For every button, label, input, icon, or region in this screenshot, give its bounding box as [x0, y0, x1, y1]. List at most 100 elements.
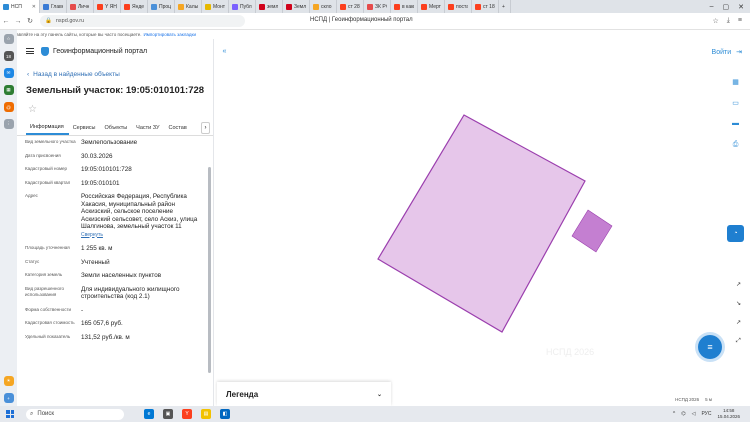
fullscreen-icon[interactable]: ⤢: [736, 338, 741, 345]
property-key: Адрес: [25, 193, 38, 198]
start-icon[interactable]: [6, 410, 14, 418]
panel-scrollbar[interactable]: [208, 167, 211, 373]
volume-icon[interactable]: ◁: [692, 411, 696, 417]
sidebar-counter-icon[interactable]: 18: [3, 51, 14, 61]
import-bookmarks-link[interactable]: Импортировать закладки: [144, 32, 196, 37]
layers-icon[interactable]: ▦: [727, 73, 744, 90]
tab-4[interactable]: Состав: [165, 125, 192, 135]
browser-tab[interactable]: Личн: [67, 0, 94, 13]
browser-tab[interactable]: земл: [256, 0, 283, 13]
page-icon: [313, 3, 319, 10]
page-icon: [340, 3, 346, 10]
network-icon[interactable]: ⌬: [681, 411, 685, 417]
browser-tab[interactable]: Земл: [283, 0, 310, 13]
browser-tab-label: поста: [456, 3, 468, 10]
property-value-text: Для индивидуального жилищного строительс…: [81, 285, 180, 301]
browser-tab[interactable]: Монт: [202, 0, 229, 13]
property-key: Кадастровая стоимость: [25, 320, 75, 325]
tab-0[interactable]: Информация: [26, 124, 69, 135]
sidebar-bookmark-icon[interactable]: ☆: [3, 34, 14, 44]
bookmark-icon[interactable]: ☆: [713, 17, 719, 25]
sidebar-messenger-icon[interactable]: ✉: [3, 68, 14, 78]
clock[interactable]: 14:58 15.04.2026: [717, 408, 740, 420]
hamburger-menu-icon[interactable]: [26, 48, 34, 54]
zoom-in-icon[interactable]: ↗: [736, 281, 741, 288]
sidebar-calendar-icon[interactable]: ▦: [3, 85, 14, 95]
scale-text: 5 м: [705, 397, 712, 402]
browser-tab[interactable]: Главн: [40, 0, 67, 13]
neighbor-parcel-polygon[interactable]: [571, 209, 613, 253]
basemap-icon[interactable]: ▭: [727, 94, 744, 111]
tray-chevron-icon[interactable]: ^: [673, 411, 675, 417]
sidebar-weather-icon[interactable]: ☀: [3, 376, 14, 386]
property-key: Кадастровый квартал: [25, 179, 71, 185]
property-row: Кадастровый квартал 19:05:010101: [25, 180, 213, 188]
browser-tab[interactable]: ст 18.: [472, 0, 499, 13]
tab-2[interactable]: Объекты: [100, 125, 132, 135]
url-field[interactable]: 🔒 nspd.gov.ru: [40, 15, 245, 27]
store-icon[interactable]: ◧: [220, 409, 230, 419]
browser-tab[interactable]: Калы: [175, 0, 202, 13]
zoom-out-icon[interactable]: ↘: [736, 300, 741, 307]
sidebar-add-icon[interactable]: +: [3, 393, 14, 403]
edge-icon[interactable]: e: [144, 409, 154, 419]
yandex-browser-icon[interactable]: Y: [182, 409, 192, 419]
browser-tab[interactable]: Y ЯНД: [94, 0, 121, 13]
chat-support-icon[interactable]: ◔: [727, 225, 744, 242]
maximize-icon[interactable]: ▢: [723, 3, 730, 11]
task-view-icon[interactable]: ▣: [163, 409, 173, 419]
menu-icon[interactable]: ≡: [738, 17, 742, 25]
back-to-results-link[interactable]: ‹ Назад в найденные объекты: [17, 68, 213, 81]
page-icon: [70, 3, 76, 10]
browser-tab[interactable]: Публ: [229, 0, 256, 13]
property-value: -: [81, 307, 199, 315]
locate-icon[interactable]: ↗: [736, 319, 741, 326]
map-canvas[interactable]: « НСПД 2026 Войти ⇥ ▦ ▭ ▬ ⎙ ◔ ↗ ↘ ↗ ⤢ ≡ …: [214, 39, 750, 406]
taskbar-search[interactable]: ⌕ Поиск: [26, 408, 124, 420]
back-arrow-icon[interactable]: ←: [0, 18, 12, 25]
browser-tab[interactable]: поста: [445, 0, 472, 13]
browser-tab[interactable]: в каки: [391, 0, 418, 13]
map-watermark: НСПД 2026: [546, 347, 595, 357]
page-icon: [205, 3, 211, 10]
language-indicator[interactable]: РУС: [701, 411, 711, 417]
sidebar-grid-icon[interactable]: ⋮: [3, 119, 14, 129]
download-icon[interactable]: ⤓: [727, 17, 730, 25]
browser-tab[interactable]: НСП ✕: [0, 0, 40, 13]
tabs-scroll-right-icon[interactable]: ›: [201, 122, 210, 134]
browser-tab-label: Монт: [213, 3, 225, 10]
browser-tab-label: ст 18.: [483, 3, 495, 10]
tab-3[interactable]: Части ЗУ: [132, 125, 164, 135]
forward-arrow-icon[interactable]: →: [12, 18, 24, 25]
file-explorer-icon[interactable]: ▤: [201, 409, 211, 419]
window-controls: – ▢ ✕: [710, 0, 750, 13]
minimize-icon[interactable]: –: [710, 3, 714, 10]
browser-tab[interactable]: Проц: [148, 0, 175, 13]
property-row: Удельный показатель 131,52 руб./кв. м: [25, 334, 213, 342]
favorite-star-icon[interactable]: ☆: [17, 104, 213, 115]
browser-tab[interactable]: ст 28.: [337, 0, 364, 13]
new-tab-icon[interactable]: +: [499, 0, 511, 13]
property-key: Площадь уточненная: [25, 245, 70, 250]
legend-panel[interactable]: Легенда ⌄: [217, 382, 391, 406]
parcel-polygon[interactable]: [377, 114, 586, 333]
tab-1[interactable]: Сервисы: [69, 125, 101, 135]
reload-icon[interactable]: ↻: [24, 17, 36, 25]
browser-tab[interactable]: ЗК РФ: [364, 0, 391, 13]
close-icon[interactable]: ✕: [738, 3, 744, 11]
print-icon[interactable]: ⎙: [727, 136, 744, 153]
collapse-address-link[interactable]: Свернуть: [81, 232, 199, 240]
browser-tab-label: Личн: [78, 3, 90, 10]
browser-tab[interactable]: скло: [310, 0, 337, 13]
login-button[interactable]: Войти ⇥: [712, 48, 742, 57]
sidebar-mail-icon[interactable]: @: [3, 102, 14, 112]
browser-tab-label: Калы: [186, 3, 198, 10]
close-tab-icon[interactable]: ✕: [32, 4, 36, 10]
property-value-text: Землепользование: [81, 139, 138, 146]
property-value: 19:05:010101:728: [81, 166, 199, 174]
browser-tab[interactable]: Яндек: [121, 0, 148, 13]
measure-icon[interactable]: ▬: [727, 115, 744, 132]
browser-tab[interactable]: Мерт: [418, 0, 445, 13]
assistant-chat-button[interactable]: ≡: [698, 335, 722, 359]
property-value: 165 057,6 руб.: [81, 320, 199, 328]
